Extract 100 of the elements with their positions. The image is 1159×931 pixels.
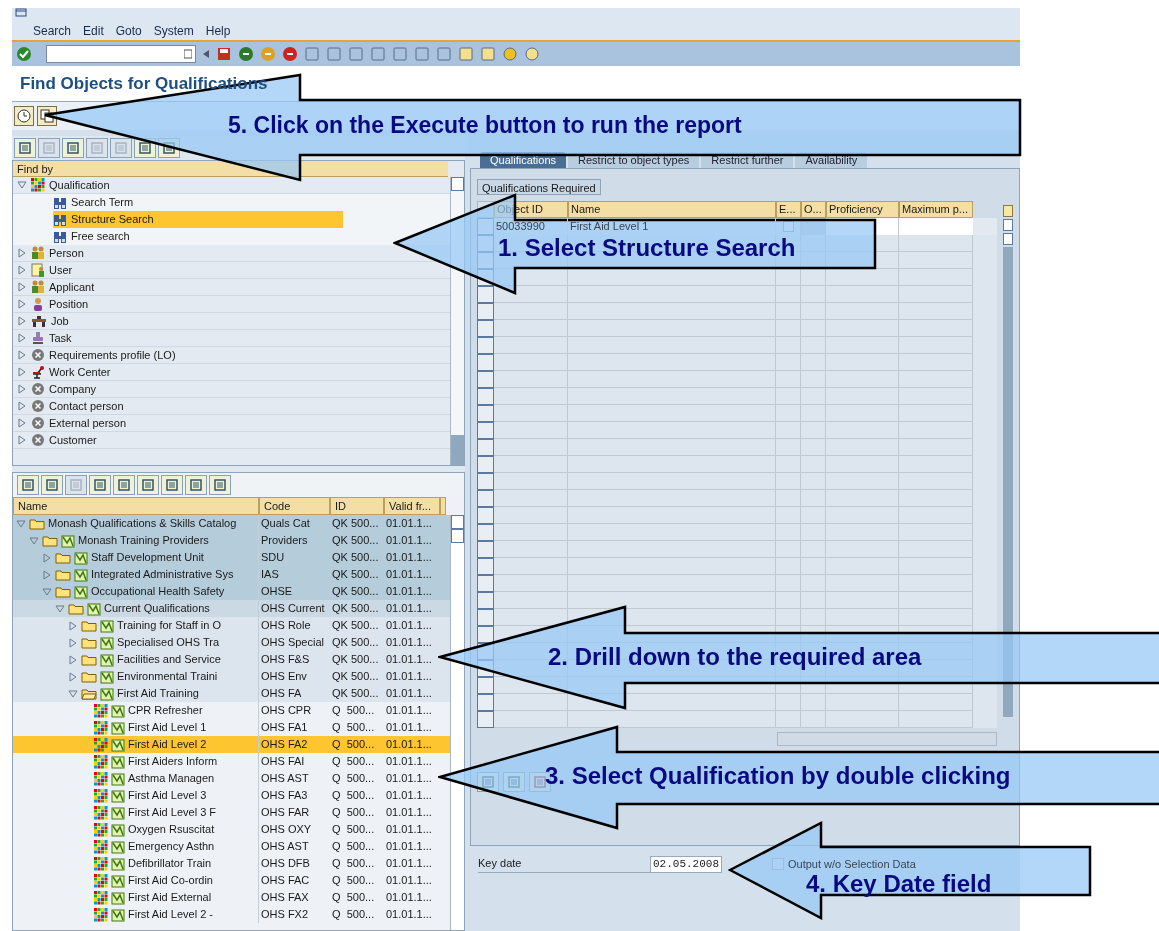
expand-toggle-icon[interactable] xyxy=(42,552,52,563)
scrollbar[interactable] xyxy=(777,732,997,746)
expand-toggle-icon[interactable] xyxy=(42,569,52,580)
expand-toggle-icon[interactable] xyxy=(68,688,78,699)
tree-item[interactable]: Customer xyxy=(31,431,105,449)
check-icon[interactable] xyxy=(16,46,32,62)
menu-item[interactable]: Edit xyxy=(83,22,104,40)
expand-toggle-icon[interactable] xyxy=(42,586,52,597)
expand-toggle-icon[interactable] xyxy=(17,367,27,377)
name-cell-text: First Aid External xyxy=(128,890,212,906)
table-cell-text: 01.01.1... xyxy=(385,584,433,600)
expand-toggle-icon[interactable] xyxy=(17,180,27,190)
menu-item[interactable]: System xyxy=(153,22,194,40)
tree-item[interactable]: Person xyxy=(31,244,92,262)
date-field[interactable]: 02.05.2008 xyxy=(650,855,722,873)
column-header[interactable]: Name xyxy=(568,201,776,218)
table-row[interactable]: Monash Qualifications & Skills Catalog Quals Cat QK 500... 01.01.1... xyxy=(13,515,450,532)
expand-toggle-icon[interactable] xyxy=(17,401,27,411)
column-header[interactable]: O... xyxy=(801,201,826,218)
expand-toggle-icon[interactable] xyxy=(17,418,27,428)
column-header[interactable]: Proficiency xyxy=(826,201,899,218)
table-row[interactable]: Staff Development Unit SDU QK 500... 01.01.1... xyxy=(13,549,450,566)
tree-item[interactable]: Free search xyxy=(53,228,138,245)
cancel-icon[interactable] xyxy=(282,46,298,62)
table-cell-text: OHS FA2 xyxy=(260,737,309,753)
save-icon[interactable] xyxy=(216,46,232,62)
column-header[interactable] xyxy=(440,497,446,515)
tree-item-label: Search Term xyxy=(71,195,134,211)
tree-item[interactable]: Job xyxy=(31,312,77,330)
row-selector[interactable] xyxy=(477,626,494,643)
expand-toggle-icon[interactable] xyxy=(68,637,78,648)
tree-item[interactable]: Work Center xyxy=(31,363,119,381)
tree-item[interactable]: User xyxy=(31,261,81,279)
tree-item[interactable]: Requirements profile (LO) xyxy=(31,346,184,364)
window-menu-icon xyxy=(15,8,27,18)
expand-toggle-icon[interactable] xyxy=(17,265,27,275)
table-row[interactable]: First Aid Level 2 OHS FA2 Q 500... 01.01.1... xyxy=(13,736,450,753)
expand-toggle-icon[interactable] xyxy=(17,299,27,309)
name-cell-text: First Aiders Inform xyxy=(128,754,218,770)
expand-toggle-icon[interactable] xyxy=(17,350,27,360)
expand-toggle-icon[interactable] xyxy=(17,316,27,326)
column-header[interactable]: Valid fr... xyxy=(384,497,440,515)
tree-item[interactable]: Applicant xyxy=(31,278,103,296)
column-header[interactable]: Maximum p... xyxy=(899,201,973,218)
tree-item[interactable]: Structure Search xyxy=(53,211,343,228)
menu-item[interactable]: Search xyxy=(33,22,72,40)
grid-icon xyxy=(31,178,45,192)
tree-item[interactable]: Company xyxy=(31,380,105,398)
table-row[interactable]: Specialised OHS Tra OHS Special QK 500... 01.01.1... xyxy=(13,634,450,651)
group-title: Qualifications Required xyxy=(477,179,601,195)
table-cell-text: QK 500... xyxy=(331,567,380,583)
table-row[interactable]: Facilities and Service OHS F&S QK 500... 01.01.1... xyxy=(13,651,450,668)
expand-toggle-icon[interactable] xyxy=(16,518,26,529)
column-header[interactable]: ID xyxy=(330,497,384,515)
table-row[interactable]: First Aid Training OHS FA QK 500... 01.01.1... xyxy=(13,685,450,702)
grid-icon xyxy=(94,720,108,735)
tree-item[interactable]: Contact person xyxy=(31,397,132,415)
table-cell-text: QK 500... xyxy=(331,584,380,600)
grid-icon xyxy=(94,822,108,837)
column-header[interactable]: Code xyxy=(259,497,330,515)
table-row[interactable]: Current Qualifications OHS Current QK 500... 01.01.1... xyxy=(13,600,450,617)
expand-toggle-icon[interactable] xyxy=(17,282,27,292)
expand-toggle-icon[interactable] xyxy=(68,654,78,665)
expand-toggle-icon[interactable] xyxy=(68,620,78,631)
column-header[interactable]: E... xyxy=(776,201,801,218)
grid-icon xyxy=(94,737,108,752)
menu-item[interactable]: Help xyxy=(205,22,231,40)
tree-item-label: Task xyxy=(49,330,72,346)
tree-item[interactable]: External person xyxy=(31,414,135,432)
tree-item[interactable]: Position xyxy=(31,295,97,313)
name-cell-text: Monash Training Providers xyxy=(78,533,209,549)
expand-toggle-icon[interactable] xyxy=(68,671,78,682)
command-field[interactable] xyxy=(46,45,196,63)
expand-toggle-icon[interactable] xyxy=(17,384,27,394)
table-row[interactable]: Occupational Health Safety OHSE QK 500... 01.01.1... xyxy=(13,583,450,600)
table-row[interactable]: Environmental Traini OHS Env QK 500... 01.01.1... xyxy=(13,668,450,685)
table-row[interactable]: Training for Staff in O OHS Role QK 500... 01.01.1... xyxy=(13,617,450,634)
table-cell-text: Q 500... xyxy=(331,703,376,719)
table-cell-text: Q 500... xyxy=(331,737,376,753)
name-cell-text: Integrated Administrative Sys xyxy=(91,567,234,583)
table-cell-text: OHS FAC xyxy=(260,873,311,889)
table-row[interactable]: Integrated Administrative Sys IAS QK 500... 01.01.1... xyxy=(13,566,450,583)
table-cell-text: Q 500... xyxy=(331,788,376,804)
execute-button[interactable] xyxy=(14,106,34,126)
table-cell-text: 01.01.1... xyxy=(385,720,433,736)
expand-toggle-icon[interactable] xyxy=(17,435,27,445)
expand-toggle-icon[interactable] xyxy=(17,248,27,258)
expand-toggle-icon[interactable] xyxy=(29,535,39,546)
tree-item[interactable]: Task xyxy=(31,329,80,347)
table-cell-text: 01.01.1... xyxy=(385,737,433,753)
user-icon xyxy=(31,263,45,277)
expand-toggle-icon[interactable] xyxy=(17,333,27,343)
grid-icon xyxy=(94,907,108,922)
menu-item[interactable]: Goto xyxy=(115,22,142,40)
column-header[interactable]: Name xyxy=(13,497,259,515)
tree-item-label: External person xyxy=(49,415,127,431)
table-row[interactable]: Monash Training Providers Providers QK 500... 01.01.1... xyxy=(13,532,450,549)
expand-toggle-icon[interactable] xyxy=(55,603,65,614)
tree-item[interactable]: Qualification xyxy=(31,176,118,194)
scrollbar[interactable] xyxy=(450,515,464,930)
